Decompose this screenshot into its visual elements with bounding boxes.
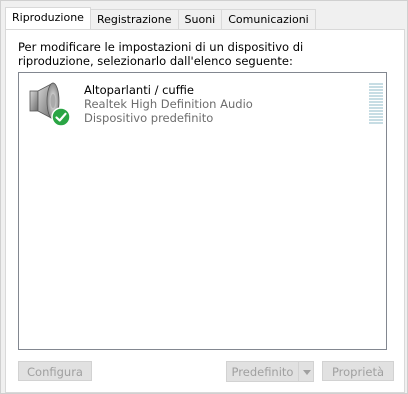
tab-comunicazioni[interactable]: Comunicazioni xyxy=(221,9,316,29)
device-item[interactable]: Altoparlanti / cuffie Realtek High Defin… xyxy=(21,75,383,131)
set-default-button[interactable]: Predefinito xyxy=(226,361,298,382)
tab-bar: Riproduzione Registrazione Suoni Comunic… xyxy=(5,7,316,29)
device-list[interactable]: Altoparlanti / cuffie Realtek High Defin… xyxy=(18,72,387,350)
tab-riproduzione[interactable]: Riproduzione xyxy=(5,7,91,29)
device-driver: Realtek High Definition Audio xyxy=(84,97,253,111)
properties-button[interactable]: Proprietà xyxy=(322,361,394,381)
volume-level-meter xyxy=(369,83,383,125)
sound-dialog: Riproduzione Registrazione Suoni Comunic… xyxy=(0,0,408,394)
instruction-text: Per modificare le impostazioni di un dis… xyxy=(18,40,304,68)
default-checkmark-icon xyxy=(51,107,71,127)
chevron-down-icon[interactable] xyxy=(298,361,314,382)
playback-panel: Per modificare le impostazioni di un dis… xyxy=(5,29,405,393)
device-name: Altoparlanti / cuffie xyxy=(84,83,194,97)
configure-button[interactable]: Configura xyxy=(18,361,92,381)
set-default-split-button[interactable]: Predefinito xyxy=(226,361,314,382)
device-status: Dispositivo predefinito xyxy=(84,111,214,125)
tab-suoni[interactable]: Suoni xyxy=(177,9,223,29)
tab-registrazione[interactable]: Registrazione xyxy=(89,9,179,29)
